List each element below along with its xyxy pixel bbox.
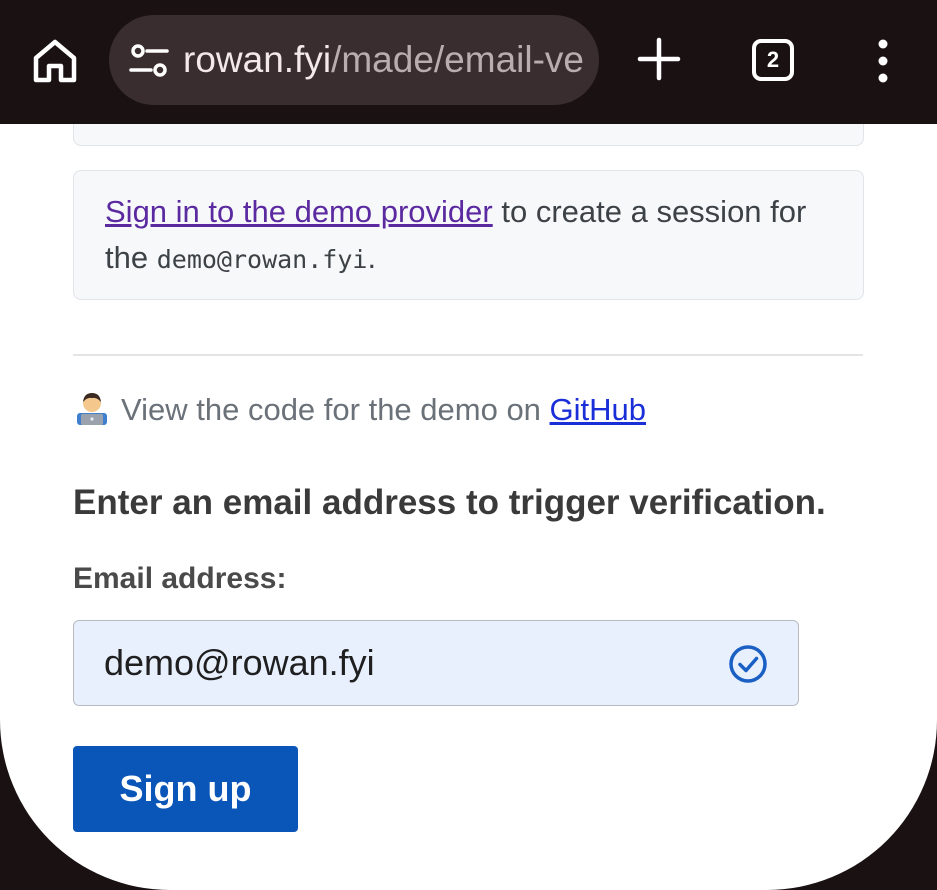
email-label: Email address: [73,562,287,595]
demo-email-code: demo@rowan.fyi [156,245,368,274]
browser-toolbar: rowan.fyi/made/email-ve 2 [0,0,937,124]
url-host: rowan.fyi [183,39,332,80]
notice-period: . [367,240,377,275]
home-icon[interactable] [30,36,80,86]
url-text[interactable]: rowan.fyi/made/email-ve [183,37,584,83]
github-link[interactable]: GitHub [550,392,646,427]
url-path: /made/email-ve [331,39,584,80]
more-vert-icon[interactable] [868,38,898,84]
notice-text: Sign in to the demo provider to create a… [105,189,845,283]
email-value[interactable]: demo@rowan.fyi [104,641,375,685]
address-bar[interactable]: rowan.fyi/made/email-ve [109,15,599,105]
view-code-text: View the code for the demo on [121,392,550,427]
check-circle-icon [729,645,767,683]
page-content: Sign in to the demo provider to create a… [0,124,937,890]
plus-icon[interactable] [636,36,682,82]
divider [73,354,863,356]
notice-card: Sign in to the demo provider to create a… [73,170,864,300]
previous-card [73,124,864,146]
form-heading: Enter an email address to trigger verifi… [73,483,826,522]
tab-count: 2 [766,47,780,72]
email-field[interactable]: demo@rowan.fyi [73,620,799,706]
view-code-line: View the code for the demo on GitHub [73,388,646,432]
demo-provider-link[interactable]: Sign in to the demo provider [105,194,493,229]
sign-up-button[interactable]: Sign up [73,746,298,832]
technologist-icon [77,393,107,425]
tune-icon[interactable] [129,43,169,79]
